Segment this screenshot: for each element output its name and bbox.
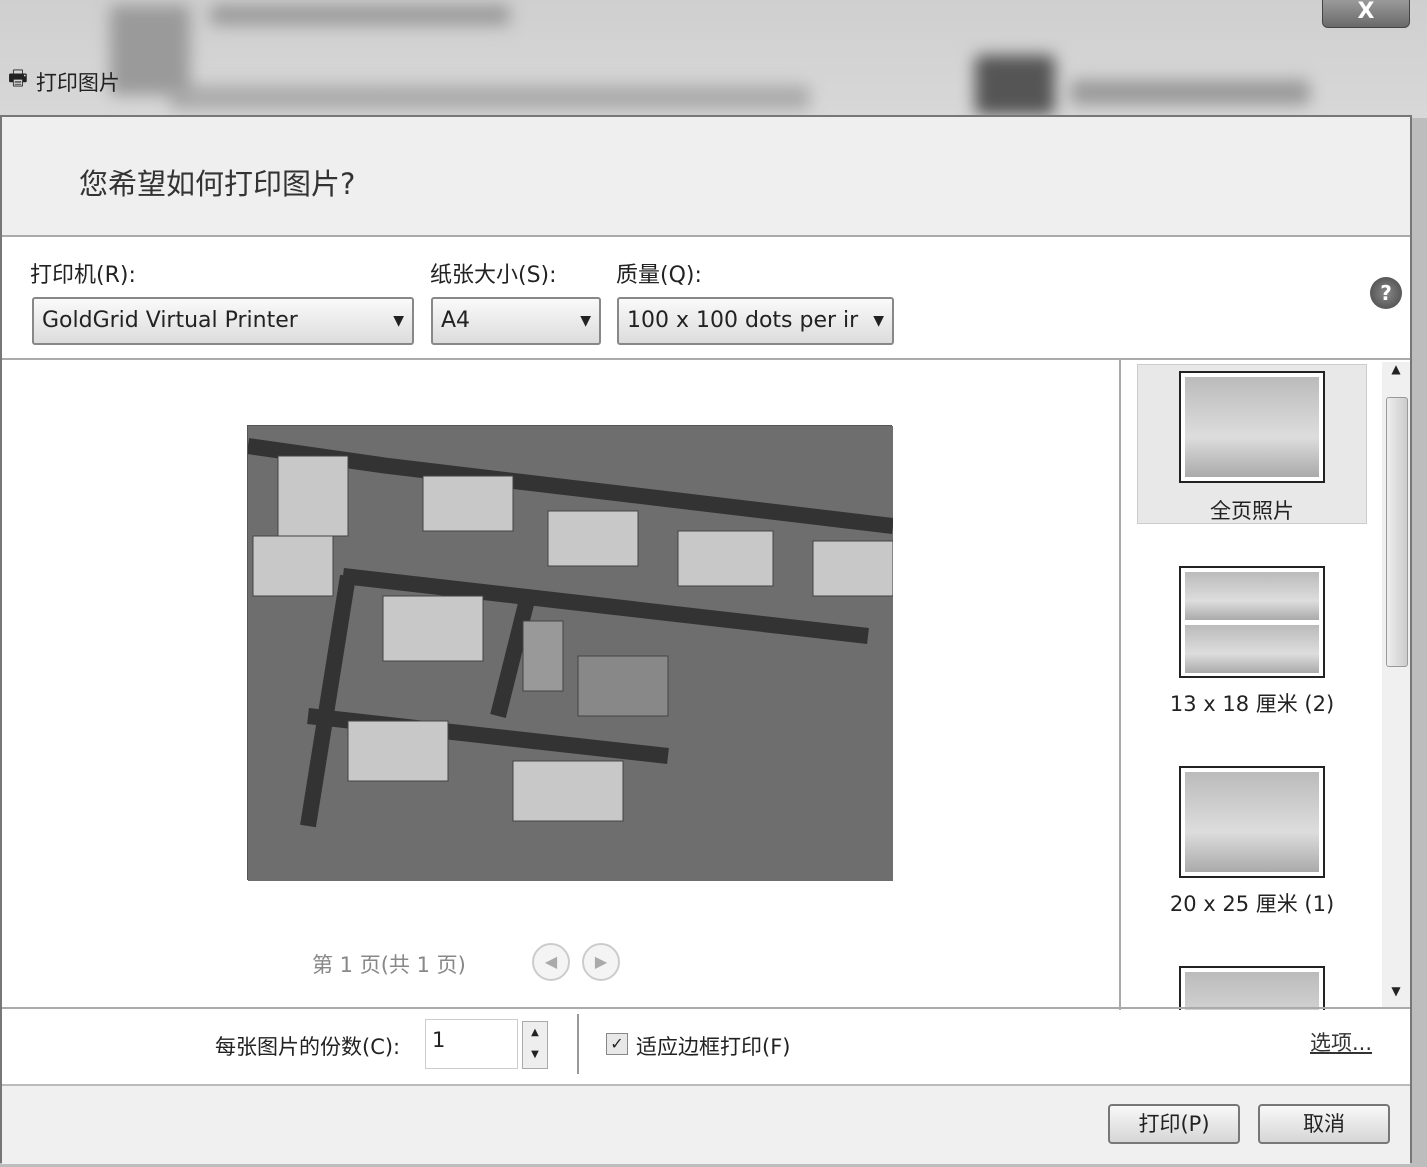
layout-13x18[interactable]: 13 x 18 厘米 (2) <box>1137 560 1367 718</box>
layout-label: 13 x 18 厘米 (2) <box>1169 692 1335 716</box>
page-indicator: 第 1 页(共 1 页) <box>312 953 466 977</box>
next-page-button[interactable]: ▶ <box>582 943 620 981</box>
print-preview-image <box>246 425 894 881</box>
window-title: 🖶 打印图片 <box>8 64 120 99</box>
copies-label: 每张图片的份数(C): <box>215 1035 401 1059</box>
paper-size-label: 纸张大小(S): <box>430 263 557 288</box>
background-window <box>0 0 1427 118</box>
quality-value: 100 x 100 dots per ir <box>627 308 859 333</box>
quality-label: 质量(Q): <box>616 263 702 288</box>
layout-list: 全页照片 13 x 18 厘米 (2) 20 x 25 厘米 (1) <box>1119 360 1412 1010</box>
layout-label: 20 x 25 厘米 (1) <box>1169 892 1335 916</box>
scrollbar-thumb[interactable] <box>1386 397 1408 667</box>
chevron-down-icon: ▼ <box>873 313 884 329</box>
chevron-down-icon: ▼ <box>393 313 404 329</box>
options-link[interactable]: 选项... <box>1310 1027 1372 1057</box>
quality-select[interactable]: 100 x 100 dots per ir ▼ <box>617 297 894 345</box>
layout-thumbnail <box>1179 766 1325 878</box>
layout-scrollbar[interactable]: ▲ ▼ <box>1382 362 1410 1008</box>
fit-label: 适应边框打印(F) <box>636 1035 791 1059</box>
layout-full-page[interactable]: 全页照片 <box>1137 364 1367 524</box>
increment-icon[interactable]: ▲ <box>523 1022 547 1044</box>
print-button[interactable]: 打印(P) <box>1108 1104 1240 1144</box>
dialog-heading: 您希望如何打印图片? <box>79 167 356 201</box>
printer-label: 打印机(R): <box>30 263 136 288</box>
paper-size-value: A4 <box>441 308 471 333</box>
layout-label: 全页照片 <box>1210 499 1294 523</box>
layout-thumbnail <box>1179 966 1325 1010</box>
copies-stepper[interactable]: ▲ ▼ <box>522 1021 548 1069</box>
copies-input[interactable]: 1 <box>425 1019 518 1069</box>
scroll-down-icon[interactable]: ▼ <box>1382 984 1410 998</box>
print-pictures-dialog: 您希望如何打印图片? 打印机(R): 纸张大小(S): 质量(Q): GoldG… <box>0 115 1412 1164</box>
printer-select[interactable]: GoldGrid Virtual Printer ▼ <box>32 297 414 345</box>
close-button[interactable]: X <box>1322 0 1410 28</box>
paper-size-select[interactable]: A4 ▼ <box>431 297 601 345</box>
layout-thumbnail <box>1179 566 1325 678</box>
previous-page-button[interactable]: ◀ <box>532 943 570 981</box>
help-icon[interactable]: ? <box>1370 277 1402 309</box>
scroll-up-icon[interactable]: ▲ <box>1382 362 1410 376</box>
layout-thumbnail <box>1179 371 1325 483</box>
copies-value: 1 <box>432 1028 446 1052</box>
decrement-icon[interactable]: ▼ <box>523 1044 547 1066</box>
printer-value: GoldGrid Virtual Printer <box>42 308 298 333</box>
layout-20x25[interactable]: 20 x 25 厘米 (1) <box>1137 760 1367 918</box>
fit-checkbox[interactable]: ✓ <box>606 1033 628 1055</box>
chevron-down-icon: ▼ <box>580 313 591 329</box>
layout-more[interactable] <box>1137 960 1367 1010</box>
window-title-text: 打印图片 <box>35 70 120 95</box>
cancel-button[interactable]: 取消 <box>1258 1104 1390 1144</box>
printer-icon: 🖶 <box>8 66 28 90</box>
